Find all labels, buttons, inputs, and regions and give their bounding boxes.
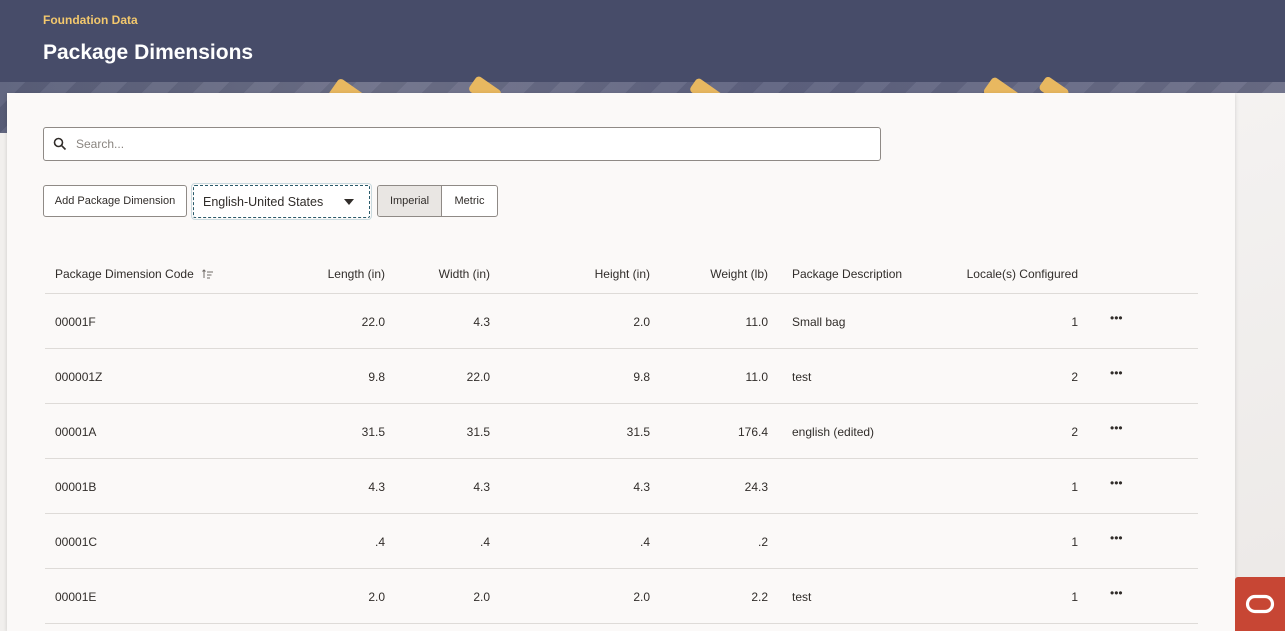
- cell-height: 31.5: [626, 425, 650, 439]
- table-row[interactable]: 00001E 2.0 2.0 2.0 2.2 test 1 •••: [45, 569, 1198, 624]
- cell-length: 2.0: [368, 590, 385, 604]
- column-header-code-label: Package Dimension Code: [55, 267, 194, 281]
- table-row[interactable]: 00001C .4 .4 .4 .2 1 •••: [45, 514, 1198, 569]
- cell-description: Small bag: [792, 315, 846, 329]
- more-horizontal-icon[interactable]: •••: [1110, 421, 1123, 435]
- cell-weight: 2.2: [751, 590, 768, 604]
- table-row[interactable]: 00001F 22.0 4.3 2.0 11.0 Small bag 1 •••: [45, 294, 1198, 349]
- table-header: Package Dimension Code Length (in) Width…: [45, 255, 1198, 294]
- search-box[interactable]: [43, 127, 881, 161]
- cell-locales: 1: [1071, 480, 1078, 494]
- cell-width: .4: [479, 535, 490, 549]
- locale-select-value: English-United States: [203, 194, 324, 209]
- cell-height: 4.3: [633, 480, 650, 494]
- sort-ascending-icon[interactable]: [202, 269, 214, 279]
- column-header-height[interactable]: Height (in): [595, 267, 650, 281]
- cell-length: 9.8: [368, 370, 385, 384]
- cell-code: 00001F: [55, 315, 96, 329]
- cell-weight: 176.4: [737, 425, 768, 439]
- table-row[interactable]: 00001A 31.5 31.5 31.5 176.4 english (edi…: [45, 404, 1198, 459]
- cell-weight: .2: [757, 535, 768, 549]
- cell-description: test: [792, 590, 812, 604]
- cell-code: 00001B: [55, 480, 97, 494]
- cell-height: 9.8: [633, 370, 650, 384]
- cell-height: .4: [639, 535, 650, 549]
- cell-code: 00001E: [55, 590, 97, 604]
- cell-code: 000001Z: [55, 370, 103, 384]
- column-header-length[interactable]: Length (in): [328, 267, 385, 281]
- search-input[interactable]: [76, 137, 880, 151]
- cell-description: test: [792, 370, 812, 384]
- cell-width: 22.0: [466, 370, 490, 384]
- cell-length: 31.5: [361, 425, 385, 439]
- cell-locales: 2: [1071, 425, 1078, 439]
- cell-code: 00001A: [55, 425, 97, 439]
- cell-height: 2.0: [633, 590, 650, 604]
- cell-locales: 1: [1071, 315, 1078, 329]
- cell-locales: 1: [1071, 590, 1078, 604]
- cell-width: 4.3: [473, 480, 490, 494]
- cell-locales: 1: [1071, 535, 1078, 549]
- more-horizontal-icon[interactable]: •••: [1110, 531, 1123, 545]
- caret-down-icon: [344, 198, 354, 205]
- cell-height: 2.0: [633, 315, 650, 329]
- cell-weight: 24.3: [744, 480, 768, 494]
- breadcrumb[interactable]: Foundation Data: [43, 13, 138, 27]
- table-row[interactable]: 00001B 4.3 4.3 4.3 24.3 1 •••: [45, 459, 1198, 514]
- page-title: Package Dimensions: [43, 41, 254, 64]
- cell-width: 2.0: [473, 590, 490, 604]
- cell-length: 22.0: [361, 315, 385, 329]
- column-header-locales[interactable]: Locale(s) Configured: [967, 267, 1078, 281]
- column-header-width[interactable]: Width (in): [439, 267, 490, 281]
- oracle-help-badge[interactable]: [1235, 577, 1285, 631]
- cell-width: 4.3: [473, 315, 490, 329]
- more-horizontal-icon[interactable]: •••: [1110, 311, 1123, 325]
- cell-length: 4.3: [368, 480, 385, 494]
- search-icon: [53, 137, 67, 151]
- cell-weight: 11.0: [745, 315, 768, 329]
- cell-code: 00001C: [55, 535, 98, 549]
- column-header-code[interactable]: Package Dimension Code: [55, 267, 214, 281]
- cell-width: 31.5: [466, 425, 490, 439]
- table-row[interactable]: 000001Z 9.8 22.0 9.8 11.0 test 2 •••: [45, 349, 1198, 404]
- add-package-dimension-button[interactable]: Add Package Dimension: [43, 185, 187, 217]
- unit-option-imperial[interactable]: Imperial: [378, 186, 442, 216]
- more-horizontal-icon[interactable]: •••: [1110, 366, 1123, 380]
- unit-toggle: Imperial Metric: [377, 185, 498, 217]
- column-header-description[interactable]: Package Description: [792, 267, 902, 281]
- cell-description: english (edited): [792, 425, 875, 439]
- more-horizontal-icon[interactable]: •••: [1110, 586, 1123, 600]
- cell-weight: 11.0: [745, 370, 768, 384]
- side-background: [1235, 93, 1285, 631]
- oracle-logo-icon: [1245, 594, 1275, 614]
- unit-option-metric[interactable]: Metric: [442, 186, 497, 216]
- column-header-weight[interactable]: Weight (lb): [710, 267, 768, 281]
- cell-length: .4: [374, 535, 385, 549]
- more-horizontal-icon[interactable]: •••: [1110, 476, 1123, 490]
- package-dimensions-table: Package Dimension Code Length (in) Width…: [45, 255, 1198, 624]
- cell-locales: 2: [1071, 370, 1078, 384]
- locale-select[interactable]: English-United States: [191, 183, 372, 220]
